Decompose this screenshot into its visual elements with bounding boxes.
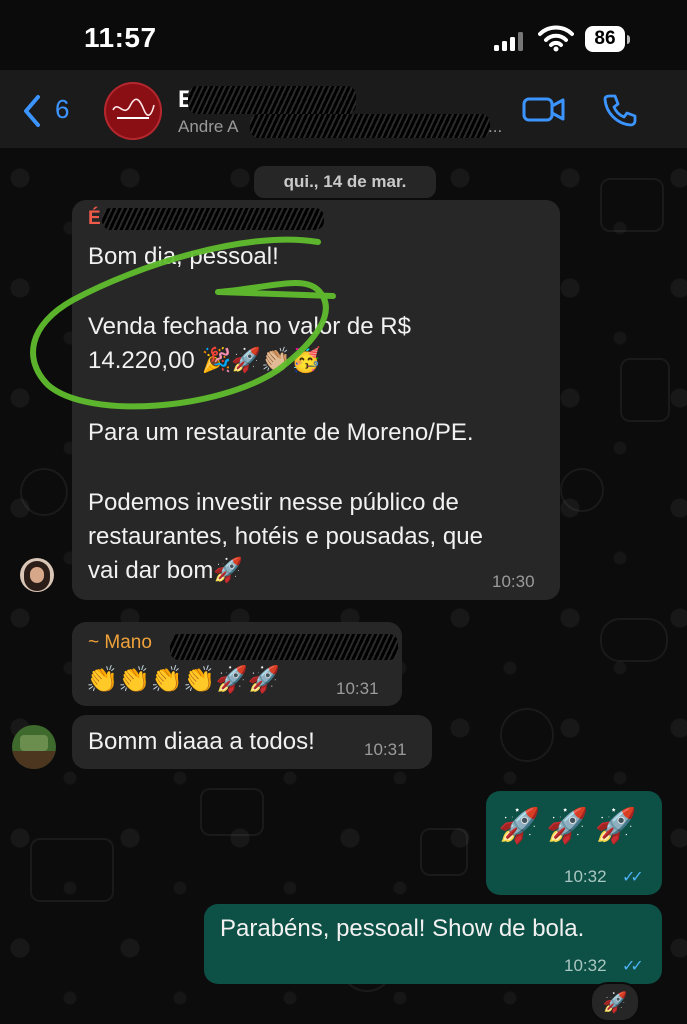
members-ellipsis: ...: [488, 117, 503, 136]
participant-avatar[interactable]: [20, 558, 54, 592]
wifi-icon: [538, 25, 574, 52]
back-unread-count[interactable]: 6: [55, 94, 69, 125]
redacted-group-name: [188, 86, 356, 114]
highlight-circle-annotation: [30, 236, 336, 410]
video-call-icon[interactable]: [522, 94, 566, 124]
cellular-signal-icon: [494, 31, 526, 51]
message-text: 👏👏👏👏🚀🚀: [86, 664, 281, 694]
redacted-sender: [102, 208, 324, 230]
message-text: Parabéns, pessoal! Show de bola.: [220, 915, 585, 942]
status-time: 11:57: [84, 22, 157, 53]
message-line: Para um restaurante de Moreno/PE.: [88, 419, 474, 446]
message-time: 10:30: [492, 572, 535, 591]
sender-name[interactable]: ~ Mano: [88, 632, 152, 654]
battery-level: 86: [585, 26, 625, 52]
sender-name[interactable]: É: [88, 208, 101, 230]
group-avatar[interactable]: [104, 82, 162, 140]
redacted-sender: [170, 634, 398, 660]
message-line: vai dar bom🚀: [88, 557, 244, 584]
read-receipt-icon: ✓✓: [622, 869, 644, 886]
group-members[interactable]: Andre A: [178, 117, 239, 137]
message-text: 🚀🚀🚀: [498, 807, 644, 845]
message-time: 10:32: [564, 956, 607, 975]
message-text: Bomm diaaa a todos!: [88, 728, 315, 755]
message-time: 10:32: [564, 867, 607, 886]
message-line: Podemos investir nesse público de: [88, 489, 459, 516]
message-line: restaurantes, hotéis e pousadas, que: [88, 523, 483, 550]
phone-call-icon[interactable]: [602, 92, 638, 128]
group-logo-icon: [112, 98, 155, 119]
redacted-members: [250, 114, 490, 138]
message-time: 10:31: [336, 679, 379, 698]
message-time: 10:31: [364, 740, 407, 759]
back-chevron-icon[interactable]: [22, 94, 42, 128]
battery-icon: 86: [585, 26, 631, 52]
read-receipt-icon: ✓✓: [622, 958, 644, 975]
message-reaction[interactable]: 🚀: [590, 982, 640, 1022]
date-separator: qui., 14 de mar.: [254, 166, 436, 198]
participant-avatar[interactable]: [12, 725, 56, 769]
